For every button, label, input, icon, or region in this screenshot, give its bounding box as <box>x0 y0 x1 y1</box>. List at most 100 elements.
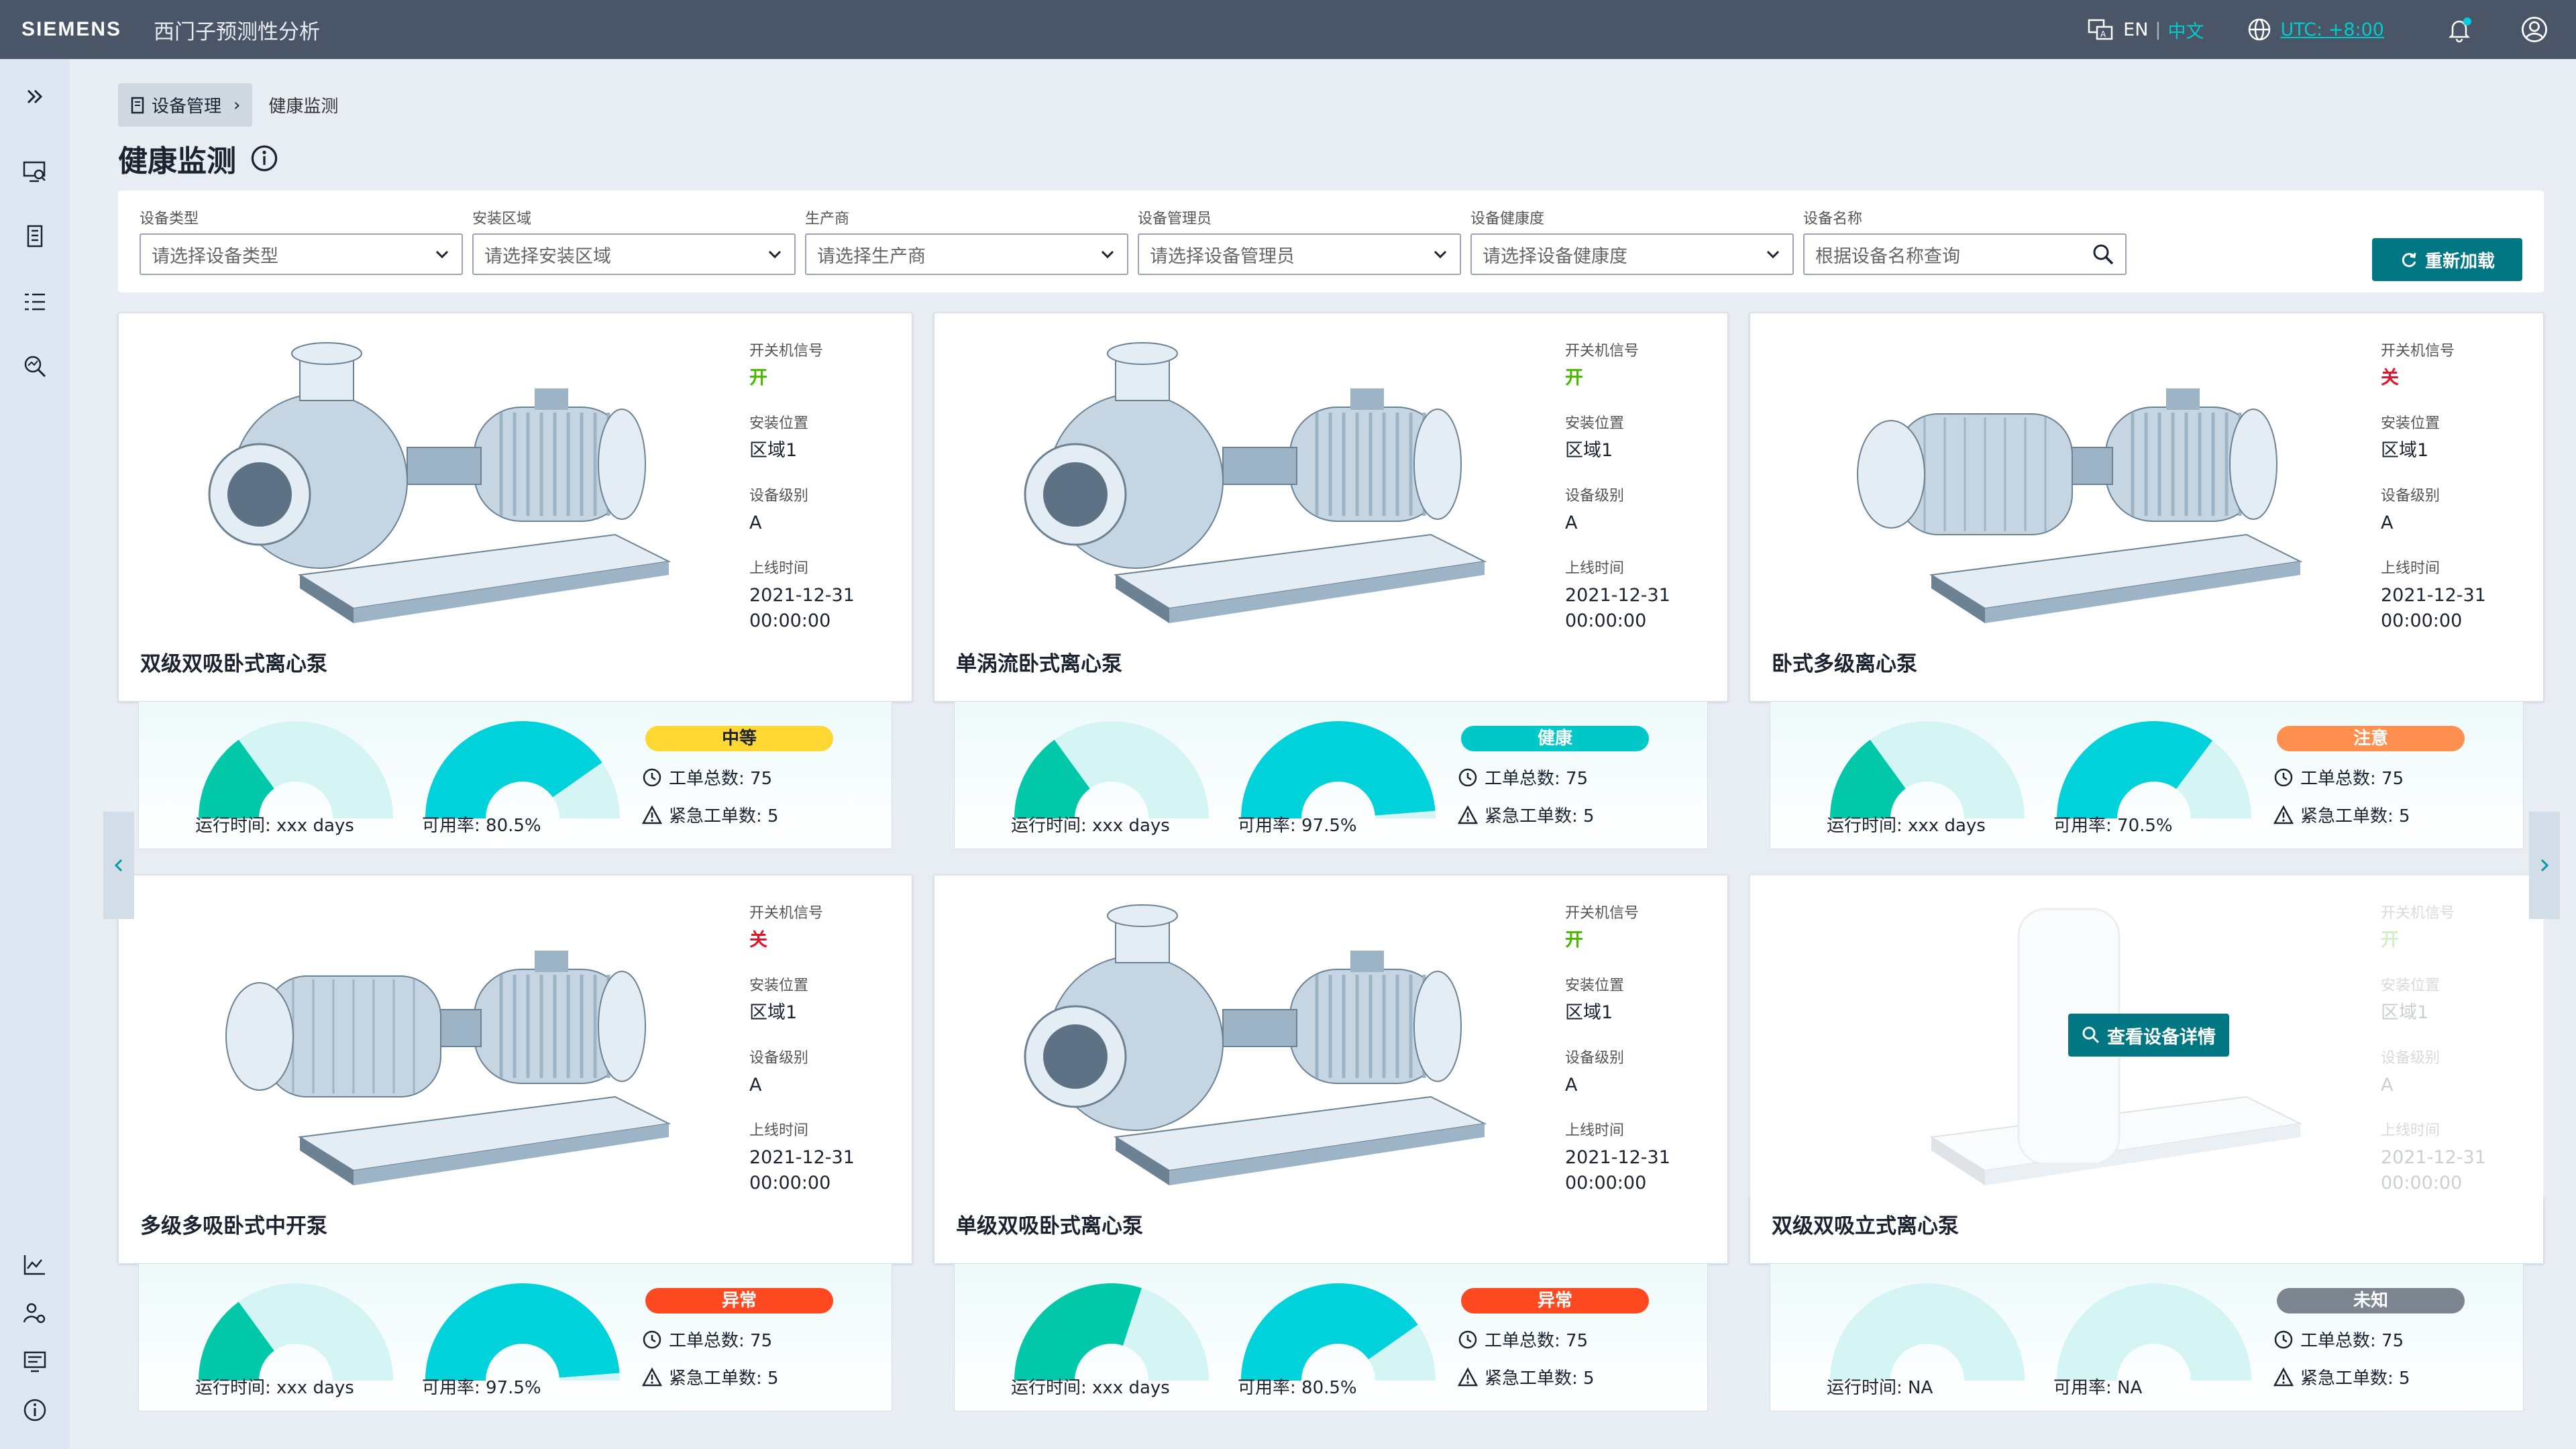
list-icon[interactable] <box>17 284 52 319</box>
lang-en[interactable]: EN <box>2123 19 2148 40</box>
settings-chart-icon[interactable] <box>17 1248 52 1283</box>
gauge-fill <box>1014 1283 1142 1381</box>
info-icon[interactable] <box>250 144 279 173</box>
health-status-badge: 未知 <box>2277 1288 2465 1313</box>
device-kpi-panel: 运行时间: xxx days 可用率: 97.5% 异常 工单总数: 75 紧急工单数:… <box>138 1264 892 1411</box>
device-card[interactable]: 开关机信号开安装位置区域1设备级别A上线时间2021-12-3100:00:00… <box>1750 875 2544 1264</box>
meta-value: 区域1 <box>749 1002 798 1023</box>
filter-select[interactable]: 请选择设备管理员 <box>1138 233 1461 275</box>
device-card[interactable]: 开关机信号开安装位置区域1设备级别A上线时间2021-12-3100:00:00… <box>118 313 912 702</box>
filter-select[interactable]: 请选择设备类型 <box>140 233 463 275</box>
breadcrumb-current: 健康监测 <box>268 97 339 117</box>
availability-gauge <box>2057 1283 2251 1381</box>
urgent-order-text: 紧急工单数: 5 <box>2300 806 2410 826</box>
device-icon <box>131 97 144 113</box>
language-switcher[interactable]: A EN | 中文 <box>2086 15 2204 44</box>
gauge-fill <box>425 1283 620 1381</box>
filter-select[interactable]: 请选择安装区域 <box>472 233 796 275</box>
availability-caption: 可用率: 80.5% <box>422 816 541 836</box>
meta-value: A <box>749 1075 762 1095</box>
filter-select[interactable]: 请选择生产商 <box>805 233 1128 275</box>
filter-label: 安装区域 <box>472 211 532 227</box>
user-icon[interactable] <box>2520 15 2549 44</box>
meta-value: 区域1 <box>2381 440 2429 461</box>
expand-sidebar-icon[interactable] <box>17 79 52 114</box>
urgent-order-total: 紧急工单数: 5 <box>2273 1364 2410 1389</box>
monitor-icon[interactable] <box>17 154 52 189</box>
device-card[interactable]: 开关机信号关安装位置 区域1 设备级别 A 上线时间 2021-12-31 00:00:00… <box>1750 313 2544 702</box>
lang-zh[interactable]: 中文 <box>2168 17 2204 43</box>
timezone-selector[interactable]: UTC: +8:00 <box>2245 15 2384 44</box>
sidebar <box>0 59 70 1449</box>
device-icon[interactable] <box>17 219 52 254</box>
search-icon[interactable] <box>2092 243 2114 266</box>
meta-value: A <box>1565 1075 1578 1095</box>
chevron-down-icon <box>1766 250 1780 259</box>
device-card[interactable]: 开关机信号关安装位置 区域1 设备级别 A 上线时间 2021-12-31 00:00:00… <box>118 875 912 1264</box>
filter-placeholder: 请选择设备类型 <box>152 246 278 267</box>
work-order-total-text: 工单总数: 75 <box>1485 1331 1589 1351</box>
meta-label: 设备级别 <box>749 488 809 504</box>
device-name: 双级双吸立式离心泵 <box>1772 1214 1959 1238</box>
work-order-total-text: 工单总数: 75 <box>669 1331 773 1351</box>
runtime-caption: 运行时间: xxx days <box>1827 816 1986 836</box>
meta-label: 安装位置 <box>2381 415 2440 432</box>
meta-value: 区域1 <box>1565 1002 1613 1023</box>
view-device-detail-button[interactable]: 查看设备详情 <box>2068 1014 2229 1057</box>
meta-value: 2021-12-3100:00:00 <box>749 585 855 631</box>
health-status-badge: 注意 <box>2277 726 2465 751</box>
next-page-arrow[interactable] <box>2529 812 2560 919</box>
utc-value[interactable]: UTC: +8:00 <box>2281 19 2384 40</box>
work-order-total: 工单总数: 75 <box>1458 765 1588 790</box>
availability-caption: 可用率: 80.5% <box>1238 1378 1357 1398</box>
filter-select[interactable]: 请选择设备健康度 <box>1470 233 1794 275</box>
signal-value: 开 <box>1565 930 1583 951</box>
siemens-logo: SIEMENS <box>21 18 122 40</box>
report-icon[interactable] <box>17 1344 52 1379</box>
device-card[interactable]: 开关机信号开安装位置区域1设备级别A上线时间2021-12-3100:00:00… <box>934 875 1728 1264</box>
filter-group: 设备名称 根据设备名称查询 <box>1803 207 2127 275</box>
filter-placeholder: 请选择设备健康度 <box>1483 246 1627 267</box>
meta-value: 区域1 <box>1565 440 1613 461</box>
reload-label: 重新加载 <box>2424 251 2495 272</box>
user-settings-icon[interactable] <box>17 1296 52 1331</box>
filter-label: 生产商 <box>805 211 850 227</box>
gauge-fill <box>1241 721 1436 818</box>
work-order-total: 工单总数: 75 <box>642 1327 772 1352</box>
warning-icon <box>2273 1366 2294 1386</box>
filter-bar: 重新加载 设备类型 请选择设备类型 安装区域 请选择安装区域 生产商 请选择生产商 设备管理… <box>118 191 2544 292</box>
breadcrumb-root[interactable]: 设备管理 › <box>118 83 253 127</box>
device-meta: 开关机信号关安装位置 区域1 设备级别 A 上线时间 2021-12-31 00:00:00 <box>749 901 904 1216</box>
signal-value: 关 <box>2381 368 2399 388</box>
device-kpi-panel: 运行时间: NA 可用率: NA 未知 工单总数: 75 紧急工单数: 5 <box>1770 1264 2524 1411</box>
filter-label: 设备类型 <box>140 211 199 227</box>
urgent-order-text: 紧急工单数: 5 <box>1485 1368 1595 1389</box>
meta-label: 上线时间 <box>749 1122 809 1139</box>
prev-page-arrow[interactable] <box>103 812 134 919</box>
info-icon[interactable] <box>17 1393 52 1428</box>
work-order-total-text: 工单总数: 75 <box>2300 1331 2404 1351</box>
availability-gauge <box>425 721 620 818</box>
filter-group: 设备类型请选择设备类型 <box>140 207 463 275</box>
top-bar: SIEMENS 西门子预测性分析 A EN | 中文 UTC: +8:00 <box>0 0 2576 59</box>
bell-icon[interactable] <box>2445 15 2474 44</box>
warning-icon <box>1458 1366 1478 1386</box>
meta-value: A <box>2381 513 2394 533</box>
meta-label: 设备级别 <box>2381 488 2440 504</box>
device-name-search-input[interactable]: 根据设备名称查询 <box>1803 233 2127 275</box>
warning-icon <box>1458 804 1478 824</box>
svg-text:A: A <box>2100 30 2106 39</box>
device-kpi-panel: 运行时间: xxx days 可用率: 97.5% 健康 工单总数: 75 紧急工单数:… <box>954 702 1708 849</box>
urgent-order-text: 紧急工单数: 5 <box>669 806 779 826</box>
runtime-gauge <box>199 1283 393 1381</box>
device-card[interactable]: 开关机信号开安装位置区域1设备级别A上线时间2021-12-3100:00:00… <box>934 313 1728 702</box>
runtime-gauge <box>1830 1283 2025 1381</box>
clock-icon <box>643 1330 661 1348</box>
meta-label: 上线时间 <box>1565 1122 1625 1139</box>
health-status-badge: 中等 <box>645 726 833 751</box>
search-analysis-icon[interactable] <box>17 349 52 384</box>
refresh-icon <box>2402 252 2416 268</box>
meta-label: 开关机信号 <box>1565 343 1640 360</box>
device-kpi-panel: 运行时间: xxx days 可用率: 80.5% 中等 工单总数: 75 紧急工单数:… <box>138 702 892 849</box>
reload-button[interactable]: 重新加载 <box>2372 238 2522 281</box>
